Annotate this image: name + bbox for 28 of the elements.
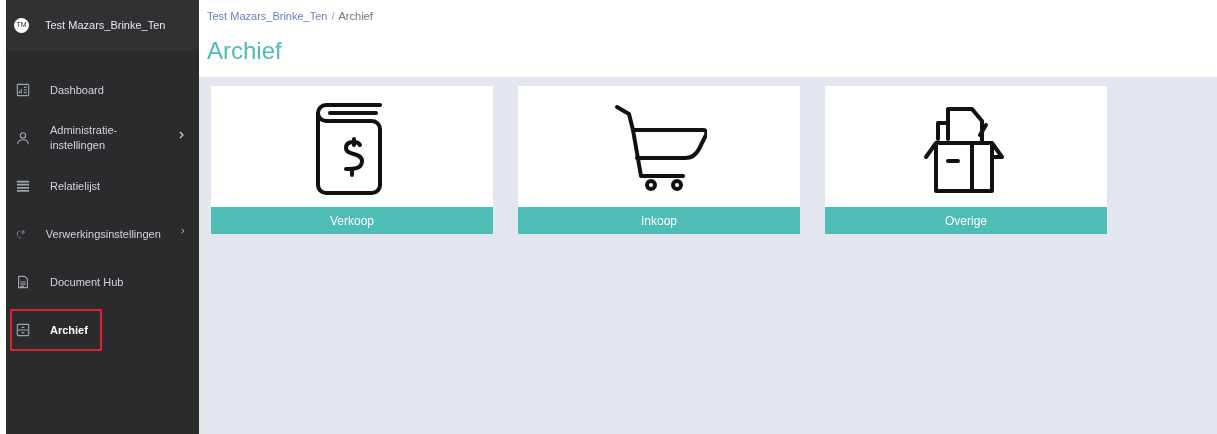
page-title: Archief: [207, 38, 283, 63]
nav-item[interactable]: Dashboard: [10, 69, 195, 111]
nav-label: Administratie- instellingen: [50, 123, 119, 153]
nav-label: Dashboard: [50, 82, 105, 98]
chart-icon: [16, 83, 30, 97]
nav-item[interactable]: Archief: [10, 309, 102, 351]
card-label: Overige: [825, 207, 1107, 234]
nav-label: Verwerkingsinstellingen: [45, 226, 161, 242]
drawer-icon: [16, 323, 30, 337]
document-icon: [16, 275, 30, 289]
refresh-gear-icon: [16, 227, 26, 241]
breadcrumb-separator: /: [331, 9, 335, 24]
nav-label: Archief: [50, 322, 89, 338]
nav-label: Document Hub: [50, 274, 125, 290]
account-name: Test Mazars_Brinke_Ten: [45, 18, 166, 34]
list-icon: [16, 179, 30, 193]
chevron-icon: [180, 227, 185, 235]
nav-item[interactable]: Verwerkingsinstellingen: [10, 213, 195, 255]
nav-item[interactable]: Document Hub: [10, 261, 195, 303]
card-label: Inkoop: [518, 207, 800, 234]
chevron-icon: [179, 131, 185, 139]
breadcrumb-link[interactable]: Test Mazars_Brinke_Ten: [207, 8, 328, 25]
card-label: Verkoop: [211, 207, 493, 234]
nav-item[interactable]: Relatielijst: [10, 165, 195, 207]
nav-label: Relatielijst: [50, 178, 102, 194]
nav-item[interactable]: Administratie- instellingen: [10, 117, 195, 159]
breadcrumb-link[interactable]: Archief: [338, 8, 373, 25]
person-icon: [16, 131, 30, 145]
